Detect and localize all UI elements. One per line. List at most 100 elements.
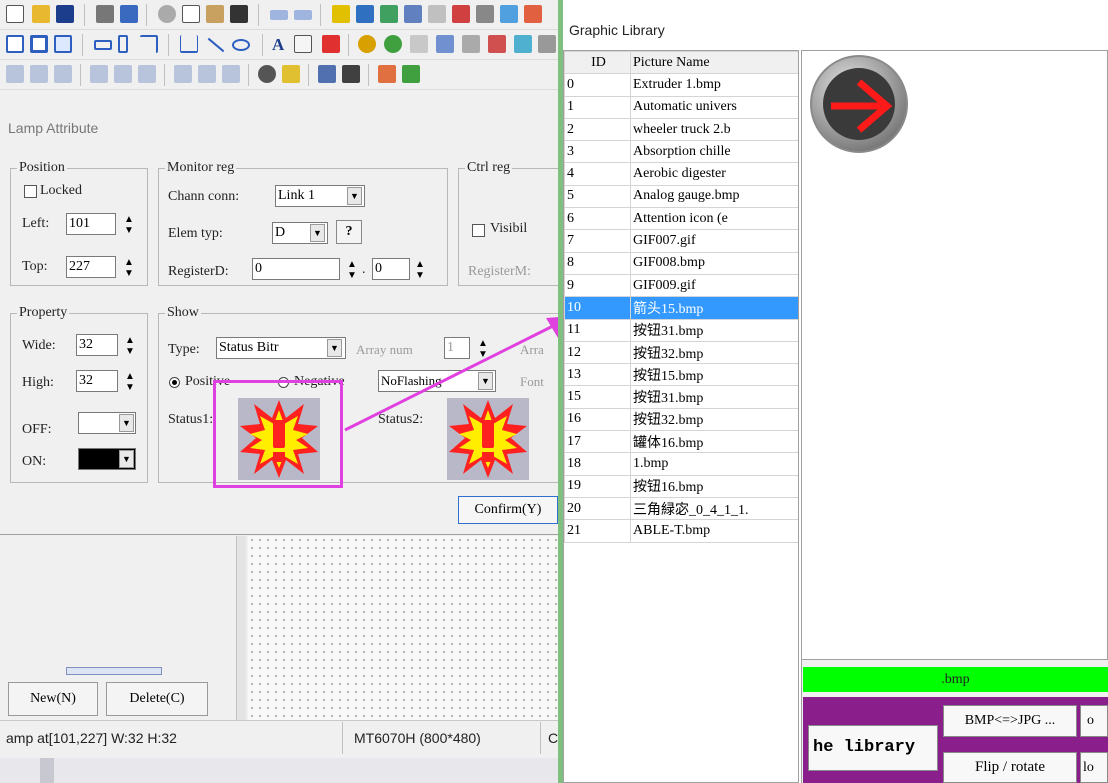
window-e-icon[interactable] [428,5,446,23]
tool-w-icon[interactable] [488,35,506,53]
cut-button-2[interactable]: lo [1080,752,1108,783]
new-file-icon[interactable] [6,5,24,23]
top-spin-icon[interactable]: ▲ ▼ [121,257,137,279]
new-button[interactable]: New(N) [8,682,98,716]
tool-x-icon[interactable] [410,35,428,53]
table-row[interactable]: 9 GIF009.gif [564,273,798,298]
chevron-down-icon[interactable]: ▼ [347,187,362,205]
tool-1-icon[interactable] [6,65,24,83]
table-row[interactable]: 8 GIF008.bmp [564,251,798,275]
register-sub-spin-icon[interactable]: ▲ ▼ [412,259,428,281]
window-a-icon[interactable] [332,5,350,23]
paste-icon[interactable] [206,5,224,23]
tool-10-icon[interactable] [258,65,276,83]
table-row[interactable]: 7 GIF007.gif [564,229,798,253]
window-g-icon[interactable] [476,5,494,23]
table-row[interactable]: 2 wheeler truck 2.b [564,117,798,142]
chevron-down-icon[interactable]: ▼ [119,414,134,432]
shape-2-icon[interactable] [118,35,128,53]
table-row[interactable]: 19 按钮16.bmp [564,474,798,498]
locked-checkbox[interactable] [24,185,37,198]
tool-4-icon[interactable] [90,65,108,83]
tool-y-icon[interactable] [436,35,454,53]
collapse-handle[interactable] [66,667,162,675]
tool-2-icon[interactable] [30,65,48,83]
tool-8-icon[interactable] [198,65,216,83]
cut-icon[interactable] [158,5,176,23]
print-icon[interactable] [96,5,114,23]
table-row[interactable]: 12 按钮32.bmp [564,340,798,365]
high-spin-icon[interactable]: ▲ ▼ [122,371,138,393]
visible-checkbox[interactable] [472,224,485,237]
tool-7-icon[interactable] [174,65,192,83]
table-row[interactable]: 4 Aerobic digester [564,162,798,186]
tool-12-icon[interactable] [318,65,336,83]
table-row[interactable]: 5 Analog gauge.bmp [564,184,798,209]
design-canvas[interactable] [248,536,562,720]
lamp-red-icon[interactable] [322,35,340,53]
help-button[interactable]: ? [336,220,362,244]
confirm-button[interactable]: Confirm(Y) [458,496,558,524]
shape-1-icon[interactable] [94,40,112,50]
table-row[interactable]: 18 1.bmp [564,452,798,476]
tool-5-icon[interactable] [114,65,132,83]
top-input[interactable]: 227 [66,256,116,278]
table-row[interactable]: 11 按钮31.bmp [564,318,798,342]
redo-icon[interactable] [294,10,312,20]
ruler-icon[interactable] [180,35,198,53]
tool-u-icon[interactable] [538,35,556,53]
chevron-down-icon[interactable]: ▼ [119,450,134,468]
table-row[interactable]: 0 Extruder 1.bmp [564,73,798,97]
chevron-down-icon[interactable]: ▼ [310,224,325,242]
table-row[interactable]: 17 罐体16.bmp [564,430,798,454]
delete-button[interactable]: Delete(C) [106,682,208,716]
rect-c-icon[interactable] [54,35,72,53]
name-column-header[interactable]: Picture Name [630,51,798,75]
undo-icon[interactable] [270,10,288,20]
save-disk-icon[interactable] [56,5,74,23]
flip-rotate-button[interactable]: Flip / rotate [943,752,1077,783]
window-c-icon[interactable] [380,5,398,23]
table-row[interactable]: 6 Attention icon (e [564,207,798,231]
add-to-library-button[interactable]: he library [808,725,938,771]
left-input[interactable]: 101 [66,213,116,235]
copy-icon[interactable] [182,5,200,23]
tool-11-icon[interactable] [282,65,300,83]
tool-v-icon[interactable] [514,35,532,53]
table-row[interactable]: 16 按钮32.bmp [564,407,798,432]
table-row[interactable]: 15 按钮31.bmp [564,385,798,409]
rect-a-icon[interactable] [6,35,24,53]
rect-b-icon[interactable] [30,35,48,53]
number-999-icon[interactable] [294,35,312,53]
table-row[interactable]: 3 Absorption chille [564,140,798,164]
shape-3-icon[interactable] [140,35,158,53]
window-d-icon[interactable] [404,5,422,23]
positive-radio[interactable] [169,377,180,388]
tool-14-icon[interactable] [378,65,396,83]
high-input[interactable]: 32 [76,370,118,392]
tool-6-icon[interactable] [138,65,156,83]
open-folder-icon[interactable] [32,5,50,23]
table-row[interactable]: 21 ABLE-T.bmp [564,519,798,543]
wide-spin-icon[interactable]: ▲ ▼ [122,335,138,357]
table-row-selected[interactable]: 10 箭头15.bmp [564,296,798,320]
ellipse-icon[interactable] [232,39,250,51]
window-f-icon[interactable] [452,5,470,23]
tool-z-icon[interactable] [462,35,480,53]
table-row[interactable]: 1 Automatic univers [564,95,798,119]
tool-3-icon[interactable] [54,65,72,83]
palette-icon[interactable] [384,35,402,53]
table-row[interactable]: 13 按钮15.bmp [564,363,798,387]
find-icon[interactable] [230,5,248,23]
line-icon[interactable] [207,37,225,53]
tool-9-icon[interactable] [222,65,240,83]
tool-15-icon[interactable] [402,65,420,83]
table-row[interactable]: 20 三角緑宓_0_4_1_1. [564,496,798,521]
tool-13-icon[interactable] [342,65,360,83]
left-spin-icon[interactable]: ▲ ▼ [121,214,137,236]
register-d-spin-icon[interactable]: ▲ ▼ [344,259,360,281]
window-h-icon[interactable] [500,5,518,23]
bmp-jpg-button[interactable]: BMP<=>JPG ... [943,705,1077,737]
window-i-icon[interactable] [524,5,542,23]
id-column-header[interactable]: ID [564,51,631,75]
